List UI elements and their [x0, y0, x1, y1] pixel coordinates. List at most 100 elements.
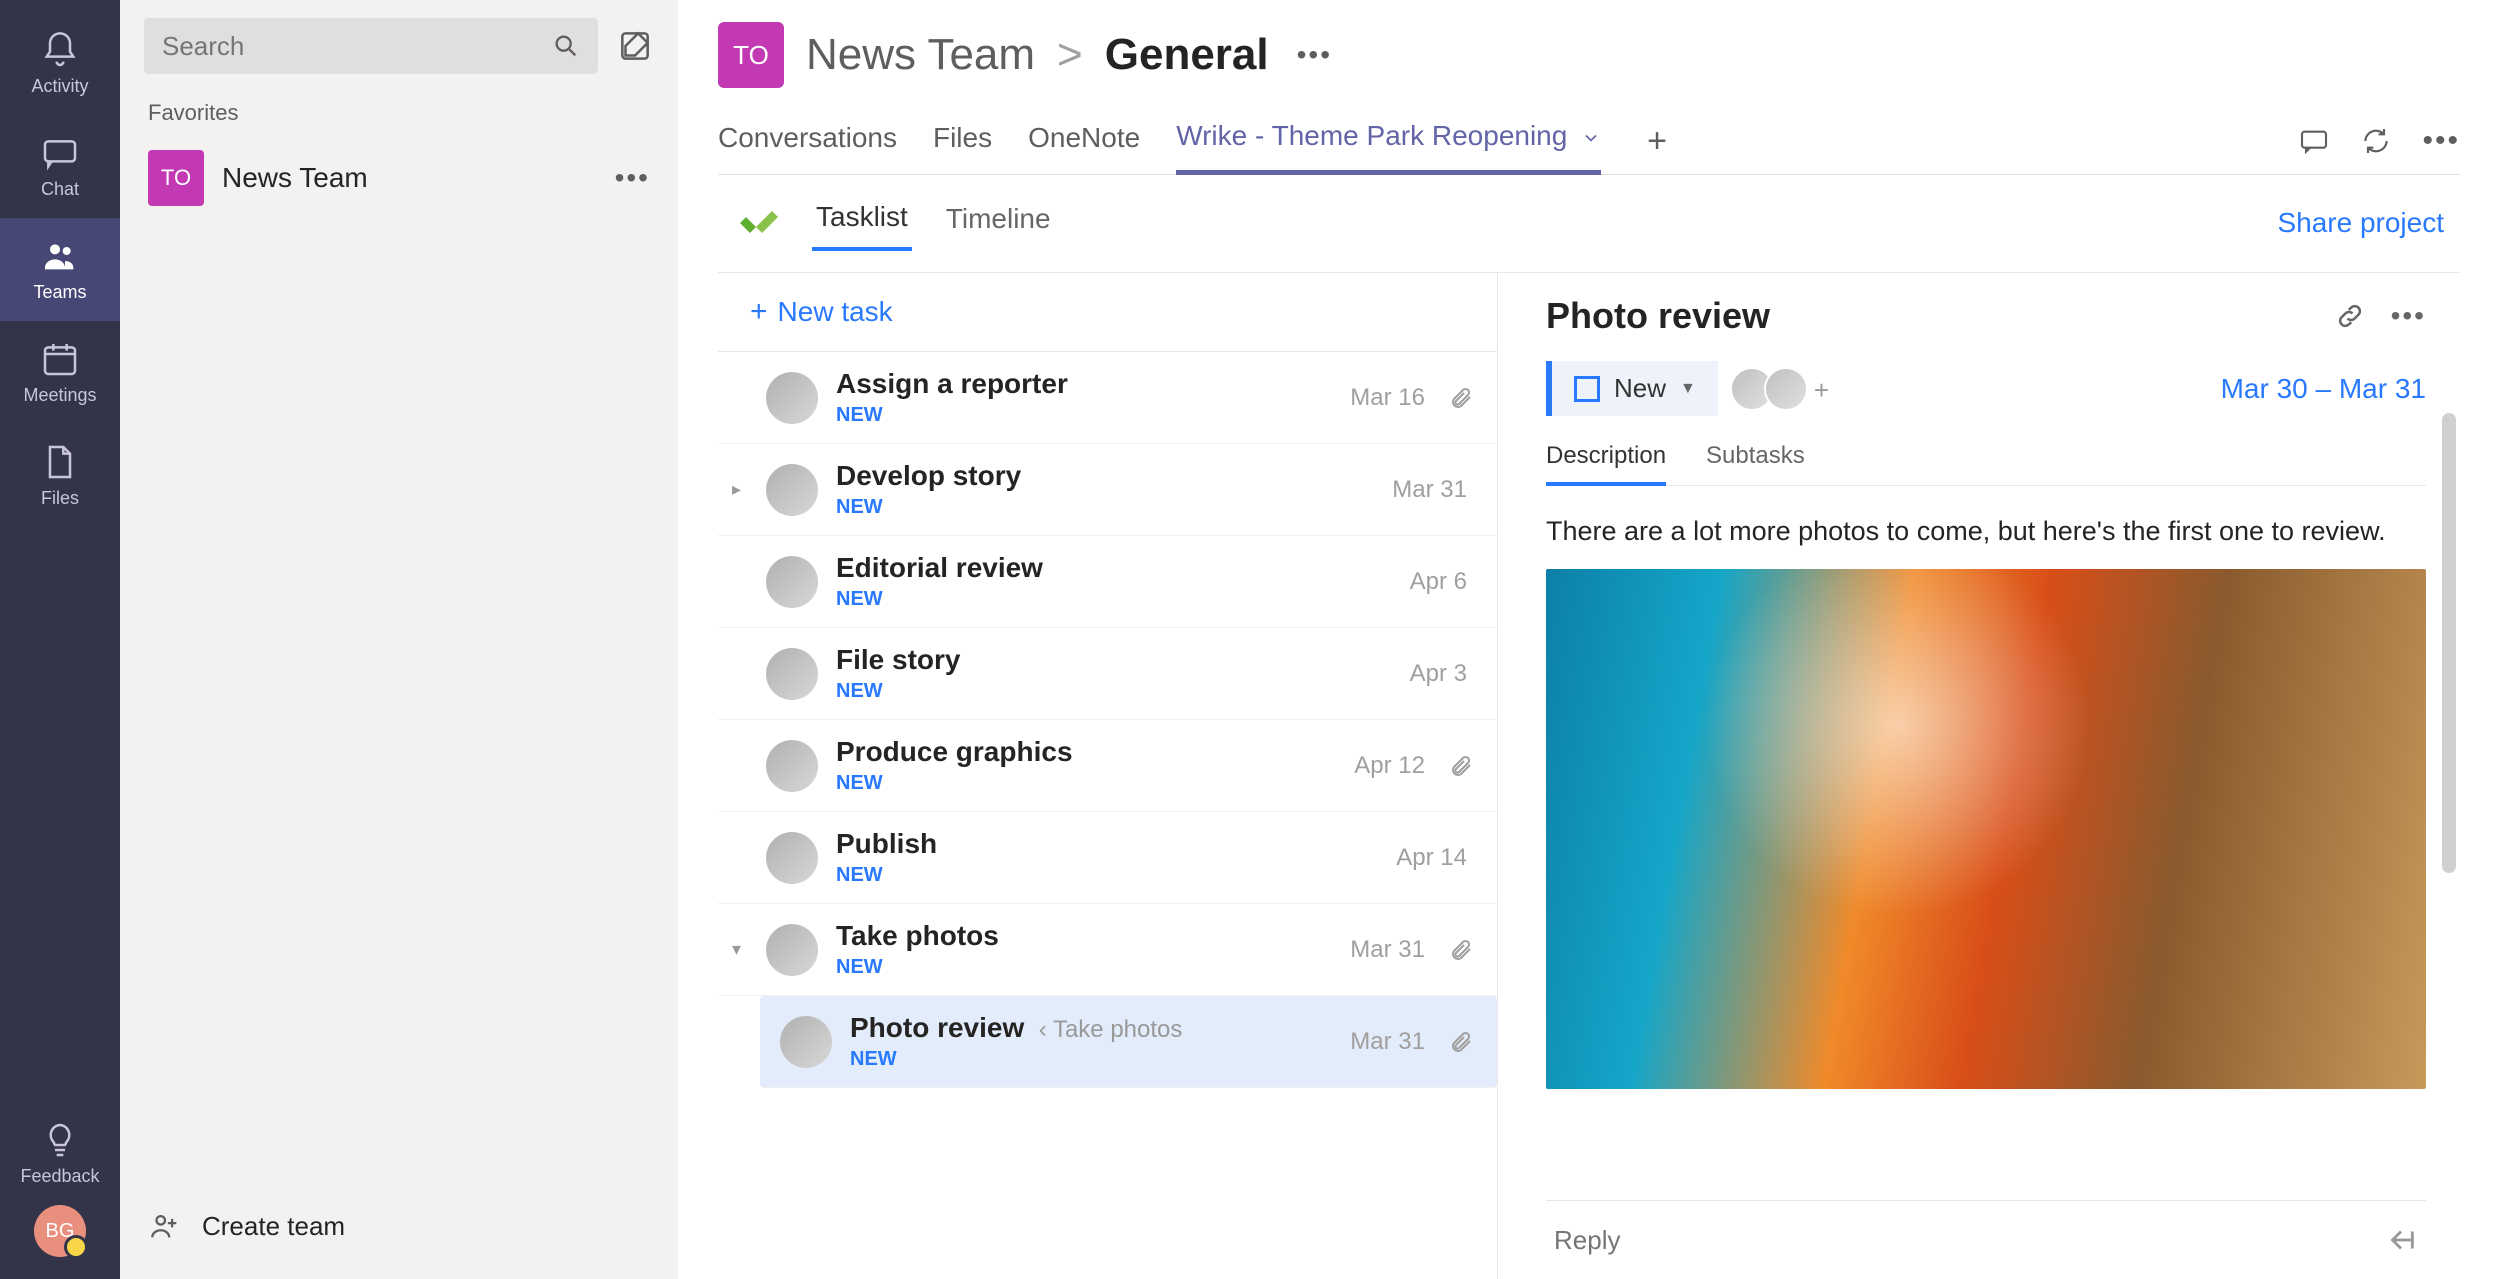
detail-more-icon[interactable]: •••	[2391, 300, 2426, 332]
task-status: NEW	[836, 956, 1332, 979]
rail-meetings[interactable]: Meetings	[0, 321, 120, 424]
search-box[interactable]	[144, 18, 598, 74]
attachment-icon	[1449, 386, 1473, 410]
rail-label: Activity	[31, 76, 88, 97]
rail-label: Files	[41, 488, 79, 509]
status-dropdown[interactable]: New ▼	[1546, 361, 1718, 416]
reply-box[interactable]	[1546, 1200, 2426, 1279]
chevron-down-icon: ▼	[1680, 380, 1696, 398]
rail-label: Feedback	[20, 1166, 99, 1187]
detail-title: Photo review	[1546, 295, 2317, 337]
reply-input[interactable]	[1554, 1225, 2384, 1256]
scrollbar-thumb[interactable]	[2442, 413, 2456, 873]
rail-label: Meetings	[23, 385, 96, 406]
breadcrumb: TO News Team > General •••	[718, 22, 2460, 88]
bell-icon	[40, 30, 80, 70]
task-date: Mar 31	[1350, 936, 1425, 964]
assignee-avatar	[766, 556, 818, 608]
task-item[interactable]: ▾ Take photos NEW Mar 31	[718, 904, 1497, 996]
task-title: Produce graphics	[836, 736, 1336, 768]
tab-wrike[interactable]: Wrike - Theme Park Reopening	[1176, 108, 1601, 175]
assignee-avatar	[766, 832, 818, 884]
task-status: NEW	[836, 680, 1392, 703]
search-input[interactable]	[162, 31, 552, 62]
task-status: NEW	[836, 404, 1332, 427]
link-icon[interactable]	[2335, 301, 2365, 331]
task-date: Apr 3	[1410, 660, 1467, 688]
chevron-down-icon	[1581, 128, 1601, 148]
tab-files[interactable]: Files	[933, 110, 992, 172]
task-date: Apr 6	[1410, 568, 1467, 596]
team-row[interactable]: TO News Team •••	[144, 140, 654, 216]
task-detail-pane: Photo review ••• New ▼ +	[1498, 273, 2460, 1279]
wrike-tab-tasklist[interactable]: Tasklist	[812, 195, 912, 251]
detail-tab-subtasks[interactable]: Subtasks	[1706, 442, 1805, 485]
assignee-avatar	[1764, 367, 1808, 411]
share-project-button[interactable]: Share project	[2277, 207, 2444, 239]
channel-more-icon[interactable]: •••	[1297, 39, 1332, 71]
new-task-label: New task	[778, 296, 893, 328]
task-item[interactable]: Produce graphics NEW Apr 12	[718, 720, 1497, 812]
breadcrumb-team[interactable]: News Team	[806, 30, 1035, 80]
team-more-icon[interactable]: •••	[615, 162, 650, 194]
search-icon	[552, 32, 580, 60]
date-range[interactable]: Mar 30 – Mar 31	[2221, 373, 2426, 405]
task-status: NEW	[836, 496, 1374, 519]
task-title: Editorial review	[836, 552, 1392, 584]
task-item[interactable]: Editorial review NEW Apr 6	[718, 536, 1497, 628]
detail-tab-description[interactable]: Description	[1546, 442, 1666, 486]
task-item[interactable]: Publish NEW Apr 14	[718, 812, 1497, 904]
task-item[interactable]: ▸ Develop story NEW Mar 31	[718, 444, 1497, 536]
plus-icon: +	[750, 295, 768, 329]
rail-files[interactable]: Files	[0, 424, 120, 527]
task-list: Assign a reporter NEW Mar 16 ▸ Develop s…	[718, 351, 1497, 1088]
lightbulb-icon	[40, 1120, 80, 1160]
task-status: NEW	[836, 588, 1392, 611]
task-status: NEW	[850, 1048, 1332, 1071]
task-pane: + New task Assign a reporter NEW Mar 16	[718, 273, 1498, 1279]
expand-caret-icon[interactable]: ▸	[732, 479, 741, 500]
tab-onenote[interactable]: OneNote	[1028, 110, 1140, 172]
task-title: File story	[836, 644, 1392, 676]
wrike-header: Tasklist Timeline Share project	[718, 175, 2460, 272]
rail-label: Teams	[33, 282, 86, 303]
conversation-icon[interactable]	[2298, 125, 2330, 157]
rail-label: Chat	[41, 179, 79, 200]
task-item-selected[interactable]: Photo review ‹ Take photos NEW Mar 31	[760, 996, 1497, 1088]
assignee-avatar	[766, 464, 818, 516]
attached-image[interactable]	[1546, 569, 2426, 1089]
task-title: Take photos	[836, 920, 1332, 952]
status-checkbox-icon	[1574, 376, 1600, 402]
rail-chat[interactable]: Chat	[0, 115, 120, 218]
wrike-tab-timeline[interactable]: Timeline	[942, 197, 1055, 249]
favorites-heading: Favorites	[148, 100, 650, 126]
collapse-caret-icon[interactable]: ▾	[732, 939, 741, 960]
assignee-list[interactable]: +	[1740, 367, 1842, 411]
compose-icon[interactable]	[616, 27, 654, 65]
breadcrumb-channel: General	[1105, 30, 1269, 80]
rail-activity[interactable]: Activity	[0, 12, 120, 115]
assignee-avatar	[766, 648, 818, 700]
add-assignee-icon[interactable]: +	[1814, 375, 1842, 403]
rail-feedback[interactable]: Feedback	[0, 1102, 120, 1205]
team-badge: TO	[148, 150, 204, 206]
add-tab-button[interactable]: +	[1647, 122, 1667, 161]
refresh-icon[interactable]	[2360, 125, 2392, 157]
tab-more-icon[interactable]: •••	[2422, 124, 2460, 158]
chat-icon	[40, 133, 80, 173]
main-area: TO News Team > General ••• Conversations…	[678, 0, 2500, 1279]
header-badge: TO	[718, 22, 784, 88]
attachment-icon	[1449, 1030, 1473, 1054]
rail-teams[interactable]: Teams	[0, 218, 120, 321]
add-team-icon	[148, 1209, 182, 1243]
task-item[interactable]: File story NEW Apr 3	[718, 628, 1497, 720]
task-item[interactable]: Assign a reporter NEW Mar 16	[718, 352, 1497, 444]
user-avatar[interactable]: BG	[34, 1205, 86, 1257]
attachment-icon	[1449, 754, 1473, 778]
task-status: NEW	[836, 772, 1336, 795]
new-task-button[interactable]: + New task	[718, 273, 1497, 351]
send-icon[interactable]	[2384, 1223, 2418, 1257]
create-team-button[interactable]: Create team	[144, 1191, 654, 1261]
assignee-avatar	[766, 924, 818, 976]
tab-conversations[interactable]: Conversations	[718, 110, 897, 172]
